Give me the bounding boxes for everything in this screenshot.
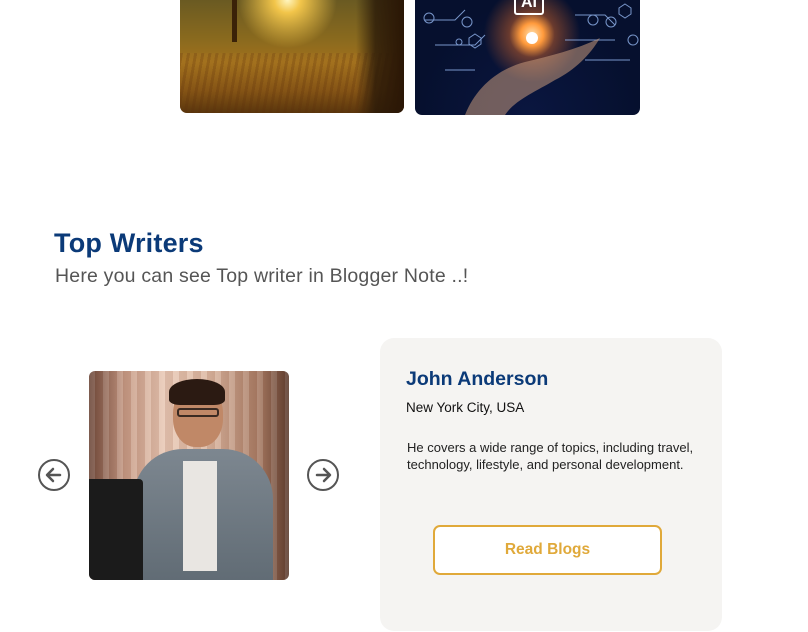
section-title: Top Writers	[54, 228, 204, 258]
writer-location: New York City, USA	[406, 400, 525, 415]
section-subtitle: Here you can see Top writer in Blogger N…	[55, 265, 469, 287]
carousel-next-button[interactable]	[307, 459, 339, 491]
photo-monitor	[89, 479, 143, 580]
page: AI Top Writers Here you can see Top writ…	[0, 0, 808, 632]
arrow-right-icon	[315, 467, 332, 483]
arrow-left-icon	[45, 467, 62, 483]
writer-photo	[89, 371, 289, 580]
writer-card: John Anderson New York City, USA He cove…	[380, 338, 722, 631]
photo-shirt	[183, 461, 217, 571]
blog-image-landscape[interactable]	[180, 0, 404, 113]
blog-image-ai[interactable]: AI	[415, 0, 640, 115]
ai-badge: AI	[514, 0, 544, 15]
read-blogs-button[interactable]: Read Blogs	[433, 525, 662, 575]
photo-glasses	[177, 408, 219, 417]
writer-name: John Anderson	[406, 368, 549, 390]
landscape-tree	[232, 0, 237, 42]
writer-bio: He covers a wide range of topics, includ…	[407, 440, 694, 472]
landscape-tree-shadow	[356, 0, 404, 113]
circuit-graphic	[423, 3, 639, 115]
photo-hair	[169, 379, 225, 405]
carousel-prev-button[interactable]	[38, 459, 70, 491]
